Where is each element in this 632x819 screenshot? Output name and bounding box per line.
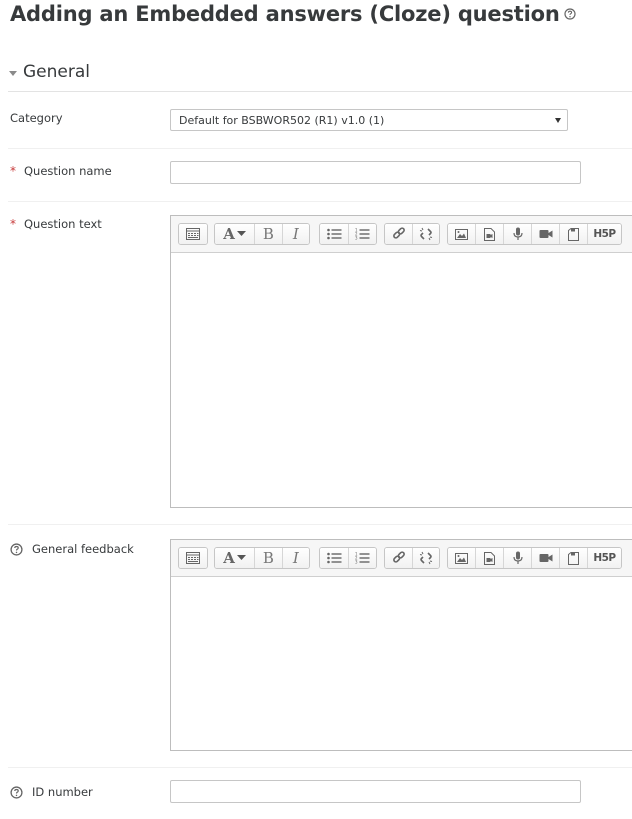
section-general-header[interactable]: General bbox=[8, 62, 632, 92]
toolbar-group: H5P bbox=[447, 547, 622, 569]
question-circle-icon[interactable] bbox=[10, 785, 23, 799]
question-circle-icon[interactable] bbox=[10, 542, 23, 556]
record-video-icon[interactable] bbox=[532, 224, 560, 244]
toolbar-group: A B I bbox=[214, 223, 310, 245]
general-feedback-label: General feedback bbox=[10, 542, 134, 556]
caret-down-icon[interactable] bbox=[9, 71, 17, 76]
link-icon[interactable] bbox=[385, 224, 413, 244]
id-number-label: ID number bbox=[10, 785, 93, 799]
chevron-down-icon bbox=[555, 118, 561, 123]
italic-icon[interactable]: I bbox=[282, 224, 309, 244]
toolbar-group: 123 bbox=[319, 547, 377, 569]
category-select[interactable]: Default for BSBWOR502 (R1) v1.0 (1) bbox=[170, 109, 568, 131]
toolbar-toggle-icon[interactable] bbox=[179, 548, 207, 568]
h5p-icon[interactable]: H5P bbox=[588, 548, 621, 568]
ordered-list-icon[interactable]: 123 bbox=[349, 548, 376, 568]
question-circle-icon[interactable] bbox=[563, 1, 576, 25]
required-icon: * bbox=[10, 164, 16, 178]
h5p-icon[interactable]: H5P bbox=[588, 224, 621, 244]
toolbar-group bbox=[178, 223, 208, 245]
row-divider bbox=[8, 767, 632, 768]
record-audio-icon[interactable] bbox=[504, 548, 532, 568]
link-icon[interactable] bbox=[385, 548, 413, 568]
question-text-label: * Question text bbox=[10, 217, 102, 231]
unlink-icon[interactable] bbox=[413, 548, 439, 568]
toolbar-group bbox=[384, 223, 440, 245]
page-title: Adding an Embedded answers (Cloze) quest… bbox=[10, 2, 576, 27]
question-text-editor-content[interactable] bbox=[171, 253, 632, 507]
svg-text:3: 3 bbox=[355, 560, 358, 565]
editor-toolbar: A B I 123 H5P bbox=[171, 540, 632, 577]
toolbar-group: 123 bbox=[319, 223, 377, 245]
general-feedback-editor[interactable]: A B I 123 H5P bbox=[170, 539, 632, 751]
bold-icon[interactable]: B bbox=[255, 548, 283, 568]
italic-icon[interactable]: I bbox=[282, 548, 309, 568]
id-number-input[interactable] bbox=[170, 780, 581, 803]
row-divider bbox=[8, 201, 632, 202]
media-icon[interactable] bbox=[476, 224, 504, 244]
required-icon: * bbox=[10, 217, 16, 231]
manage-files-icon[interactable] bbox=[560, 548, 588, 568]
editor-toolbar: A B I 123 H5P bbox=[171, 216, 632, 253]
font-style-icon[interactable]: A bbox=[215, 548, 256, 568]
question-text-editor[interactable]: A B I 123 H5P bbox=[170, 215, 632, 508]
record-audio-icon[interactable] bbox=[504, 224, 532, 244]
row-divider bbox=[8, 148, 632, 149]
font-style-icon[interactable]: A bbox=[215, 224, 256, 244]
unordered-list-icon[interactable] bbox=[320, 548, 349, 568]
toolbar-group: H5P bbox=[447, 223, 622, 245]
toolbar-group: A B I bbox=[214, 547, 310, 569]
unordered-list-icon[interactable] bbox=[320, 224, 349, 244]
category-select-value: Default for BSBWOR502 (R1) v1.0 (1) bbox=[179, 114, 385, 127]
image-icon[interactable] bbox=[448, 548, 476, 568]
manage-files-icon[interactable] bbox=[560, 224, 588, 244]
row-divider bbox=[8, 524, 632, 525]
question-name-label: * Question name bbox=[10, 164, 112, 178]
bold-icon[interactable]: B bbox=[255, 224, 283, 244]
toolbar-group bbox=[384, 547, 440, 569]
media-icon[interactable] bbox=[476, 548, 504, 568]
toolbar-toggle-icon[interactable] bbox=[179, 224, 207, 244]
category-label: Category bbox=[10, 111, 63, 125]
unlink-icon[interactable] bbox=[413, 224, 439, 244]
image-icon[interactable] bbox=[448, 224, 476, 244]
svg-text:3: 3 bbox=[355, 236, 358, 241]
record-video-icon[interactable] bbox=[532, 548, 560, 568]
page-title-text: Adding an Embedded answers (Cloze) quest… bbox=[10, 2, 560, 26]
question-name-input[interactable] bbox=[170, 161, 581, 184]
section-title: General bbox=[23, 62, 90, 82]
ordered-list-icon[interactable]: 123 bbox=[349, 224, 376, 244]
toolbar-group bbox=[178, 547, 208, 569]
general-feedback-editor-content[interactable] bbox=[171, 577, 632, 750]
